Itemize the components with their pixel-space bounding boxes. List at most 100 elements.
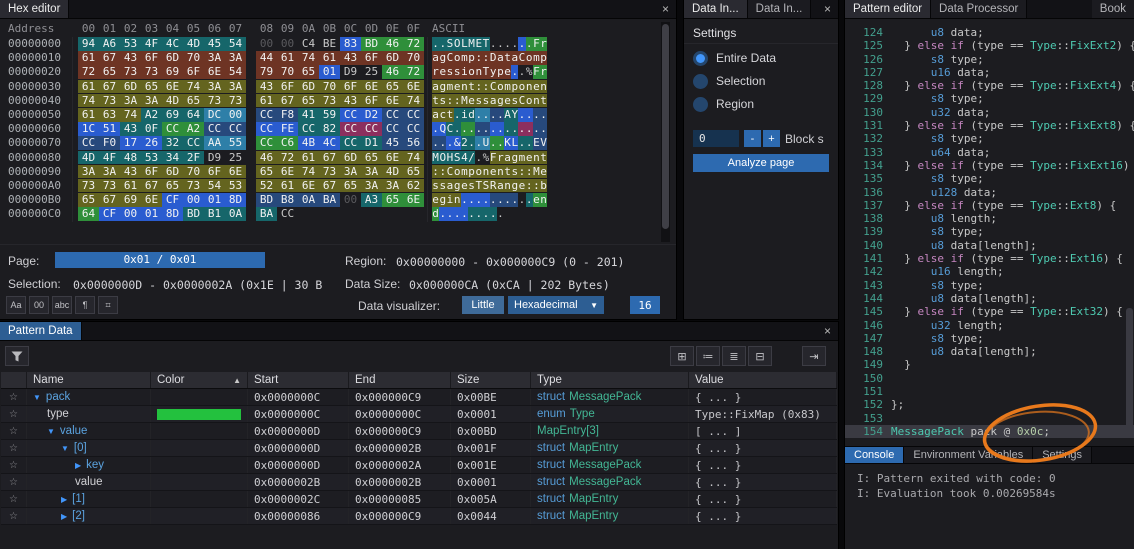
ascii-char[interactable]: n	[533, 94, 540, 108]
ascii-char[interactable]: U	[482, 136, 489, 150]
hex-byte[interactable]: 6D	[382, 51, 403, 65]
hex-byte[interactable]: 32	[162, 136, 183, 150]
ascii-char[interactable]: F	[533, 37, 540, 51]
tab-data-in[interactable]: Data In...	[748, 0, 812, 18]
ascii-char[interactable]: T	[482, 65, 489, 79]
radio-entire-data[interactable]: Entire Data	[693, 50, 776, 66]
hex-byte[interactable]: 4D	[78, 151, 99, 165]
ascii-char[interactable]: t	[540, 94, 547, 108]
hex-byte[interactable]: 00	[120, 207, 141, 221]
hex-byte[interactable]: 65	[256, 165, 277, 179]
ascii-char[interactable]: m	[461, 165, 468, 179]
pattern-data-close-icon[interactable]: ×	[817, 324, 838, 338]
hex-byte[interactable]: 73	[183, 179, 204, 193]
hex-byte[interactable]: 70	[403, 51, 424, 65]
radio-selection[interactable]: Selection	[693, 73, 765, 89]
hex-byte[interactable]: 4D	[382, 165, 403, 179]
ascii-char[interactable]: .	[518, 65, 525, 79]
ascii-char[interactable]: .	[446, 207, 453, 221]
ascii-char[interactable]: .	[490, 37, 497, 51]
ascii-char[interactable]: :	[518, 165, 525, 179]
code-line[interactable]: 144 u8 data[length];	[845, 292, 1134, 305]
hex-byte[interactable]: 6F	[141, 51, 162, 65]
hex-byte[interactable]: 4F	[141, 37, 162, 51]
code-line[interactable]: 150	[845, 372, 1134, 385]
column-header-value[interactable]: Value	[689, 372, 837, 388]
ascii-char[interactable]: m	[533, 51, 540, 65]
ascii-char[interactable]: :	[526, 165, 533, 179]
hex-byte[interactable]: FE	[277, 122, 298, 136]
hex-byte[interactable]: 74	[298, 51, 319, 65]
ascii-char[interactable]: S	[454, 151, 461, 165]
ascii-char[interactable]: .	[497, 193, 504, 207]
ascii-char[interactable]: s	[432, 179, 439, 193]
ascii-char[interactable]: a	[432, 80, 439, 94]
ascii-char[interactable]: E	[475, 37, 482, 51]
hex-byte[interactable]: 46	[382, 37, 403, 51]
code-line[interactable]: 154MessagePack pack @ 0x0c;	[845, 425, 1134, 438]
hex-byte[interactable]: 4C	[319, 136, 340, 150]
ascii-char[interactable]: F	[490, 151, 497, 165]
ascii-char[interactable]: t	[540, 151, 547, 165]
hex-byte[interactable]: 61	[277, 179, 298, 193]
ascii-char[interactable]: n	[482, 165, 489, 179]
ascii-char[interactable]: :	[533, 179, 540, 193]
ascii-char[interactable]: .	[518, 122, 525, 136]
hex-byte[interactable]: 65	[382, 80, 403, 94]
code-line[interactable]: 129 s8 type;	[845, 92, 1134, 105]
hex-byte[interactable]: CC	[256, 122, 277, 136]
ascii-char[interactable]: m	[446, 80, 453, 94]
code-line[interactable]: 148 u8 data[length];	[845, 345, 1134, 358]
hex-footer-toggle-abc[interactable]: abc	[52, 296, 72, 314]
hex-byte[interactable]: 61	[298, 151, 319, 165]
pattern-row[interactable]: ☆▼value0x0000000D0x000000C90x00BDMapEntr…	[1, 423, 837, 440]
hex-byte[interactable]: 43	[340, 94, 361, 108]
hex-byte[interactable]: 82	[319, 122, 340, 136]
hex-byte[interactable]: B1	[204, 207, 225, 221]
ascii-char[interactable]: g	[511, 151, 518, 165]
hex-byte[interactable]: 6E	[204, 65, 225, 79]
hex-byte[interactable]: BD	[256, 193, 277, 207]
favorite-star-icon[interactable]: ☆	[1, 406, 27, 422]
ascii-char[interactable]: n	[475, 65, 482, 79]
ascii-char[interactable]: n	[454, 193, 461, 207]
hex-footer-toggle-aa[interactable]: Aa	[6, 296, 26, 314]
ascii-char[interactable]: o	[468, 65, 475, 79]
ascii-char[interactable]: s	[454, 65, 461, 79]
ascii-char[interactable]: .	[475, 136, 482, 150]
hex-byte[interactable]: 3A	[204, 51, 225, 65]
favorite-star-icon[interactable]: ☆	[1, 423, 27, 439]
ascii-char[interactable]: .	[468, 193, 475, 207]
ascii-char[interactable]: o	[526, 51, 533, 65]
ascii-char[interactable]: g	[439, 80, 446, 94]
tab-hex-editor[interactable]: Hex editor	[0, 0, 69, 18]
hex-byte[interactable]: 72	[78, 65, 99, 79]
hex-byte[interactable]: 3A	[141, 94, 162, 108]
hex-byte[interactable]: 83	[340, 37, 361, 51]
hex-byte[interactable]: 43	[340, 51, 361, 65]
ascii-char[interactable]: e	[533, 80, 540, 94]
code-line[interactable]: 134 } else if (type == Type::FixExt16) {	[845, 159, 1134, 172]
hex-byte[interactable]: 73	[120, 65, 141, 79]
analyze-page-button[interactable]: Analyze page	[693, 154, 829, 172]
hex-byte[interactable]: CC	[340, 122, 361, 136]
ascii-char[interactable]: &	[454, 136, 461, 150]
hex-byte[interactable]: BA	[319, 193, 340, 207]
hex-byte[interactable]: 26	[141, 136, 162, 150]
code-line[interactable]: 146 u32 length;	[845, 319, 1134, 332]
ascii-char[interactable]: s	[446, 65, 453, 79]
hex-byte[interactable]: 52	[256, 179, 277, 193]
ascii-char[interactable]: p	[468, 165, 475, 179]
code-line[interactable]: 136 u128 data;	[845, 186, 1134, 199]
ascii-char[interactable]: e	[540, 165, 547, 179]
view-mode-icon[interactable]: ≣	[722, 346, 746, 366]
ascii-char[interactable]: i	[461, 108, 468, 122]
filter-funnel-icon[interactable]	[5, 346, 29, 366]
hex-byte[interactable]: 74	[183, 80, 204, 94]
ascii-char[interactable]: :	[475, 51, 482, 65]
ascii-char[interactable]: n	[461, 80, 468, 94]
ascii-char[interactable]: %	[482, 151, 489, 165]
hex-byte[interactable]: B8	[277, 193, 298, 207]
ascii-char[interactable]: e	[439, 65, 446, 79]
pattern-row[interactable]: ☆▶[1]0x0000002C0x000000850x005AstructMap…	[1, 491, 837, 508]
